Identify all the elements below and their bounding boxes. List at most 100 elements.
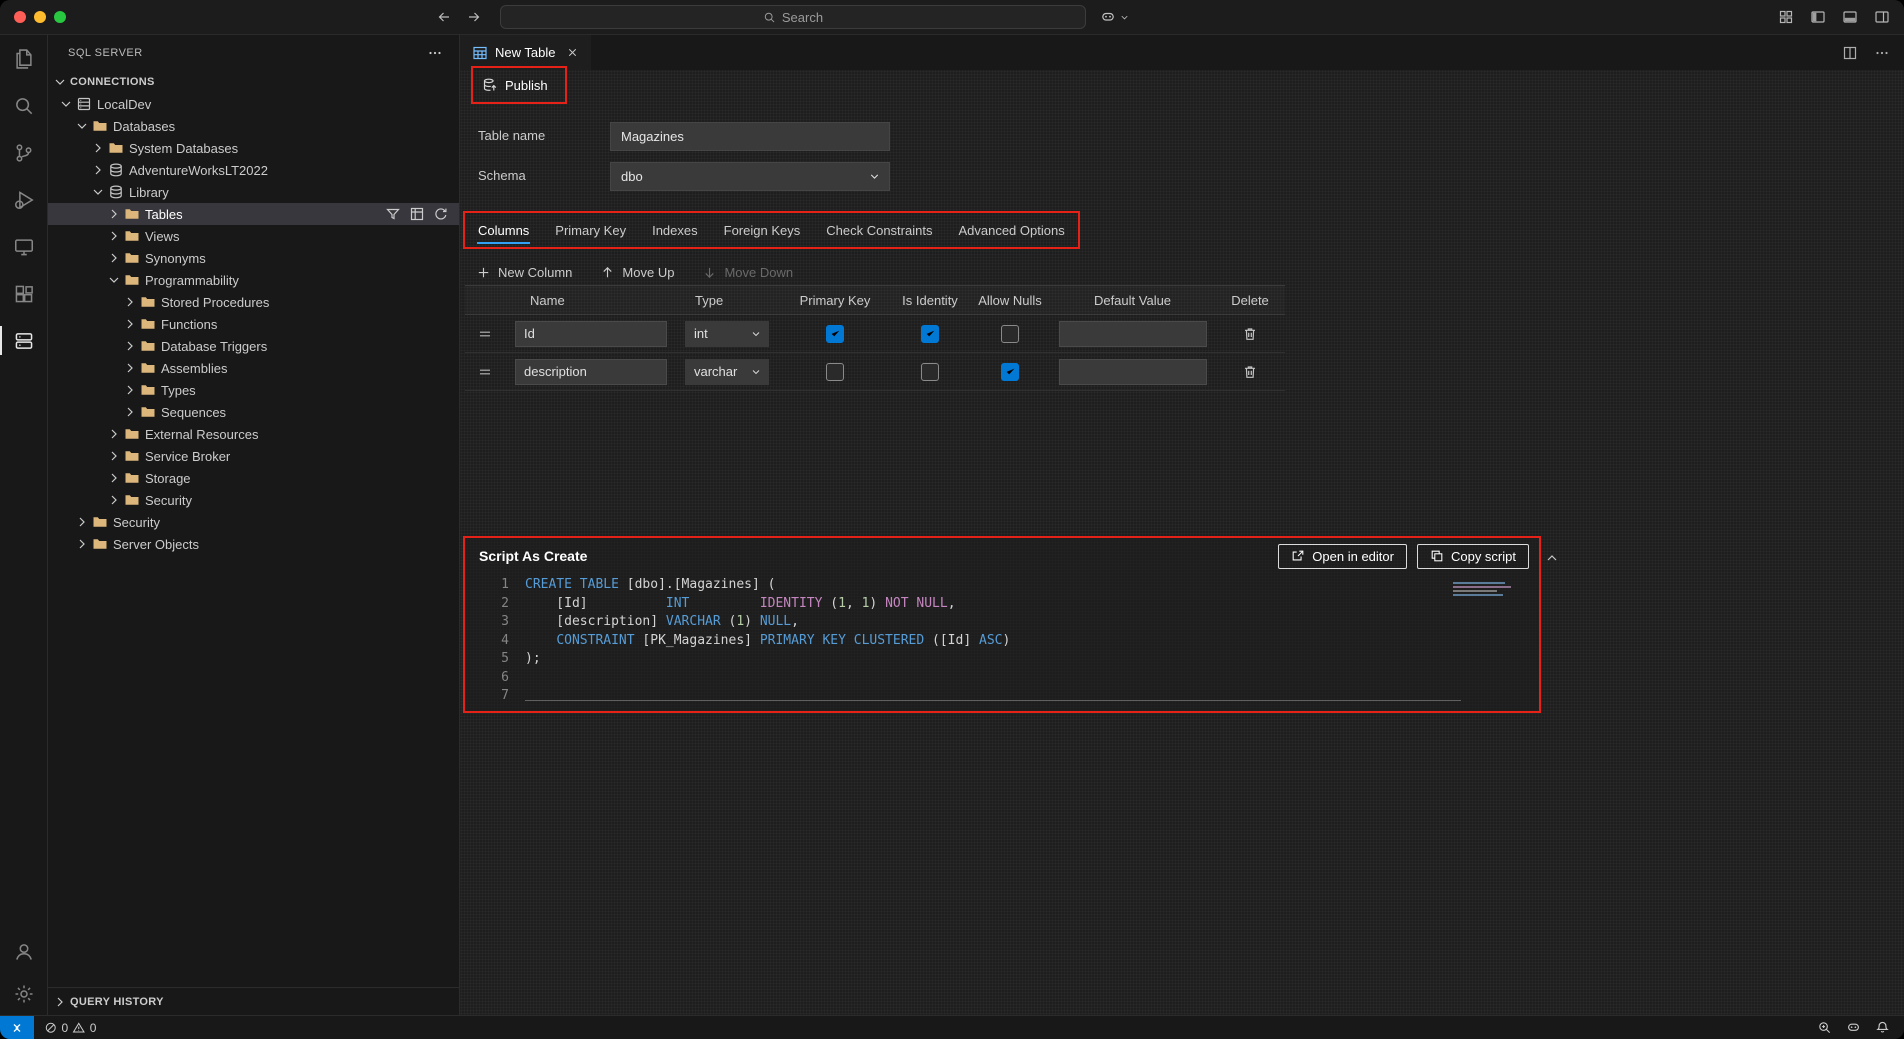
column-name-input[interactable] [515, 321, 667, 347]
chevron-right-icon[interactable] [106, 250, 122, 266]
designer-tab-advanced-options[interactable]: Advanced Options [945, 213, 1077, 247]
column-type-select[interactable]: int [685, 321, 769, 347]
script-code-editor[interactable]: 1CREATE TABLE [dbo].[Magazines] (2 [Id] … [465, 574, 1539, 711]
problems-indicator[interactable]: 0 0 [34, 1021, 106, 1035]
chevron-right-icon[interactable] [122, 404, 138, 420]
tree-item-assemblies[interactable]: Assemblies [48, 357, 459, 379]
activity-item-search[interactable] [0, 82, 47, 129]
primary-key-checkbox[interactable] [826, 325, 844, 343]
chevron-right-icon[interactable] [106, 426, 122, 442]
toggle-primary-sidebar-icon[interactable] [1810, 9, 1826, 25]
default-value-input[interactable] [1059, 321, 1207, 347]
tree-item-library[interactable]: Library [48, 181, 459, 203]
tree-item-sequences[interactable]: Sequences [48, 401, 459, 423]
tree-item-tables[interactable]: Tables [48, 203, 459, 225]
schema-select[interactable]: dbo [610, 162, 890, 191]
column-type-select[interactable]: varchar [685, 359, 769, 385]
tree-item-programmability[interactable]: Programmability [48, 269, 459, 291]
more-actions-icon[interactable] [1874, 45, 1890, 61]
activity-item-source-control[interactable] [0, 129, 47, 176]
chevron-right-icon[interactable] [122, 316, 138, 332]
tree-item-system-databases[interactable]: System Databases [48, 137, 459, 159]
move-up-button[interactable]: Move Up [600, 265, 674, 280]
chevron-right-icon[interactable] [122, 338, 138, 354]
tree-item-types[interactable]: Types [48, 379, 459, 401]
chevron-down-icon[interactable] [58, 96, 74, 112]
tree-item-service-broker[interactable]: Service Broker [48, 445, 459, 467]
chevron-right-icon[interactable] [106, 492, 122, 508]
allow-nulls-checkbox[interactable] [1001, 363, 1019, 381]
more-actions-icon[interactable] [427, 45, 443, 61]
copilot-status-icon[interactable] [1846, 1020, 1861, 1035]
activity-item-extensions[interactable] [0, 270, 47, 317]
collapse-panel-icon[interactable] [1544, 550, 1560, 566]
activity-item-account[interactable] [0, 931, 47, 973]
designer-tab-check-constraints[interactable]: Check Constraints [813, 213, 945, 247]
refresh-icon[interactable] [433, 206, 449, 222]
split-editor-icon[interactable] [1842, 45, 1858, 61]
notifications-bell-icon[interactable] [1875, 1020, 1890, 1035]
chevron-right-icon[interactable] [90, 162, 106, 178]
close-window-button[interactable] [14, 11, 26, 23]
new-column-button[interactable]: New Column [476, 265, 572, 280]
tree-item-database-triggers[interactable]: Database Triggers [48, 335, 459, 357]
command-center-search[interactable]: Search [500, 5, 1086, 29]
copilot-menu[interactable] [1100, 9, 1130, 25]
tree-item-adventureworkslt2022[interactable]: AdventureWorksLT2022 [48, 159, 459, 181]
chevron-right-icon[interactable] [106, 470, 122, 486]
delete-row-icon[interactable] [1242, 364, 1258, 380]
column-name-input[interactable] [515, 359, 667, 385]
drag-handle-icon[interactable] [477, 326, 493, 342]
chevron-right-icon[interactable] [74, 514, 90, 530]
remote-indicator[interactable] [0, 1016, 34, 1039]
tab-new-table[interactable]: New Table [460, 35, 591, 70]
table-name-input[interactable] [610, 122, 890, 151]
copy-script-button[interactable]: Copy script [1417, 544, 1529, 569]
is-identity-checkbox[interactable] [921, 325, 939, 343]
minimize-window-button[interactable] [34, 11, 46, 23]
tree-item-security[interactable]: Security [48, 489, 459, 511]
open-in-editor-button[interactable]: Open in editor [1278, 544, 1407, 569]
chevron-down-icon[interactable] [106, 272, 122, 288]
zoom-window-button[interactable] [54, 11, 66, 23]
chevron-right-icon[interactable] [122, 360, 138, 376]
chevron-right-icon[interactable] [106, 206, 122, 222]
customize-layout-icon[interactable] [1778, 9, 1794, 25]
publish-button[interactable]: Publish [473, 77, 557, 93]
designer-tab-foreign-keys[interactable]: Foreign Keys [711, 213, 814, 247]
primary-key-checkbox[interactable] [826, 363, 844, 381]
drag-handle-icon[interactable] [477, 364, 493, 380]
tree-item-functions[interactable]: Functions [48, 313, 459, 335]
activity-item-run-debug[interactable] [0, 176, 47, 223]
filter-icon[interactable] [385, 206, 401, 222]
back-icon[interactable] [436, 9, 452, 25]
tree-item-server-objects[interactable]: Server Objects [48, 533, 459, 555]
toggle-secondary-sidebar-icon[interactable] [1874, 9, 1890, 25]
chevron-right-icon[interactable] [74, 536, 90, 552]
delete-row-icon[interactable] [1242, 326, 1258, 342]
forward-icon[interactable] [466, 9, 482, 25]
tree-item-synonyms[interactable]: Synonyms [48, 247, 459, 269]
tree-item-databases[interactable]: Databases [48, 115, 459, 137]
query-history-section-header[interactable]: QUERY HISTORY [48, 987, 459, 1015]
activity-item-sql-server[interactable] [0, 317, 47, 364]
connections-section-header[interactable]: CONNECTIONS [48, 70, 459, 93]
activity-item-settings[interactable] [0, 973, 47, 1015]
tree-item-stored-procedures[interactable]: Stored Procedures [48, 291, 459, 313]
designer-tab-columns[interactable]: Columns [465, 213, 542, 247]
chevron-down-icon[interactable] [90, 184, 106, 200]
tree-item-storage[interactable]: Storage [48, 467, 459, 489]
activity-item-remote-explorer[interactable] [0, 223, 47, 270]
edit-table-icon[interactable] [409, 206, 425, 222]
chevron-right-icon[interactable] [122, 294, 138, 310]
chevron-right-icon[interactable] [122, 382, 138, 398]
tree-item-external-resources[interactable]: External Resources [48, 423, 459, 445]
chevron-right-icon[interactable] [106, 448, 122, 464]
tree-item-localdev[interactable]: LocalDev [48, 93, 459, 115]
tree-item-security[interactable]: Security [48, 511, 459, 533]
designer-tab-indexes[interactable]: Indexes [639, 213, 711, 247]
chevron-right-icon[interactable] [90, 140, 106, 156]
allow-nulls-checkbox[interactable] [1001, 325, 1019, 343]
designer-tab-primary-key[interactable]: Primary Key [542, 213, 639, 247]
close-tab-icon[interactable] [566, 46, 579, 59]
